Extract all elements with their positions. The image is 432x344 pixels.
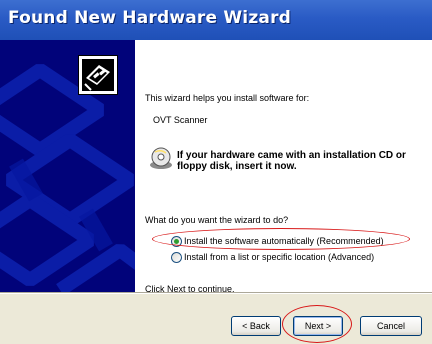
annotation-circle-option bbox=[152, 228, 410, 250]
option-advanced[interactable]: Install from a list or specific location… bbox=[171, 252, 411, 264]
cd-hint: If your hardware came with an installati… bbox=[177, 150, 406, 172]
device-name: OVT Scanner bbox=[153, 115, 208, 125]
question-text: What do you want the wizard to do? bbox=[145, 215, 289, 225]
title-bar[interactable]: Found New Hardware Wizard bbox=[0, 0, 432, 40]
intro-text: This wizard helps you install software f… bbox=[145, 93, 310, 103]
back-button[interactable]: < Back bbox=[231, 316, 281, 336]
window-title: Found New Hardware Wizard bbox=[8, 8, 292, 28]
radio-unselected-icon[interactable] bbox=[171, 252, 182, 263]
cd-icon bbox=[149, 146, 173, 170]
wizard-hardware-icon bbox=[78, 55, 118, 95]
wizard-content: This wizard helps you install software f… bbox=[135, 40, 432, 294]
wizard-banner bbox=[0, 40, 135, 292]
cancel-button[interactable]: Cancel bbox=[360, 316, 422, 336]
annotation-circle-next bbox=[282, 305, 352, 343]
option-advanced-label[interactable]: Install from a list or specific location… bbox=[184, 252, 374, 262]
wizard-window: Found New Hardware Wizard This wizard he… bbox=[0, 0, 432, 344]
